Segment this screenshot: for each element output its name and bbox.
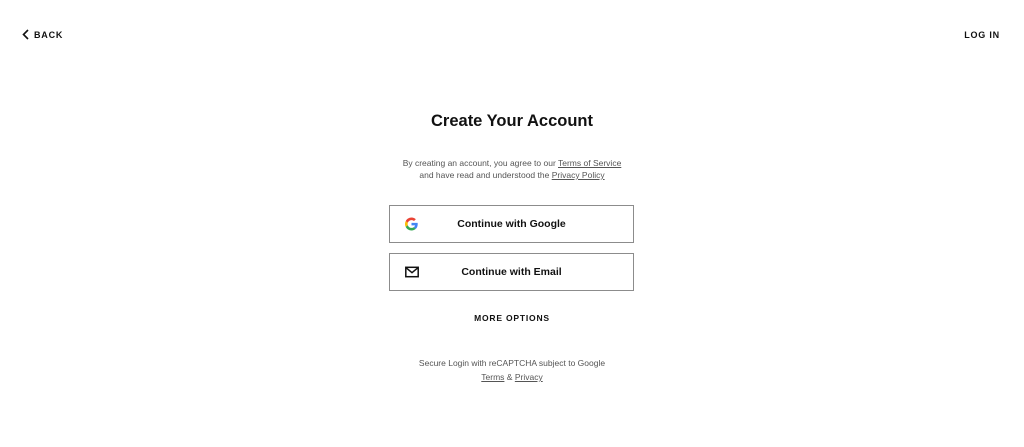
chevron-left-icon [22,29,29,40]
google-icon [405,217,418,231]
recaptcha-notice: Secure Login with reCAPTCHA subject to G… [0,356,1024,384]
more-options-button[interactable]: MORE OPTIONS [474,313,550,323]
continue-with-email-button[interactable]: Continue with Email [389,253,634,291]
recaptcha-line-2: Terms & Privacy [0,370,1024,384]
legal-line-1-text: By creating an account, you agree to our [402,158,558,168]
back-label: BACK [34,29,64,40]
legal-line-1: By creating an account, you agree to our… [0,157,1024,169]
page-title: Create Your Account [431,112,593,130]
legal-line-2-text: and have read and understood the [419,170,552,180]
recaptcha-line-1: Secure Login with reCAPTCHA subject to G… [418,358,606,368]
terms-of-service-link[interactable]: Terms of Service [558,158,621,168]
continue-with-google-label: Continue with Google [457,218,566,230]
legal-line-2: and have read and understood the Privacy… [0,169,1024,181]
legal-notice: By creating an account, you agree to our… [0,157,1024,181]
recaptcha-terms-link[interactable]: Terms [481,372,504,382]
login-link[interactable]: LOG IN [964,30,1000,40]
continue-with-email-label: Continue with Email [461,266,562,278]
recaptcha-separator: & [504,372,515,382]
back-link[interactable]: BACK [22,29,63,40]
recaptcha-privacy-link[interactable]: Privacy [515,372,543,382]
more-options-container: MORE OPTIONS [0,313,1024,323]
create-account-page: BACK LOG IN Create Your Account By creat… [0,0,1024,447]
privacy-policy-link[interactable]: Privacy Policy [552,170,605,180]
continue-with-google-button[interactable]: Continue with Google [389,205,634,243]
envelope-icon [405,266,419,278]
